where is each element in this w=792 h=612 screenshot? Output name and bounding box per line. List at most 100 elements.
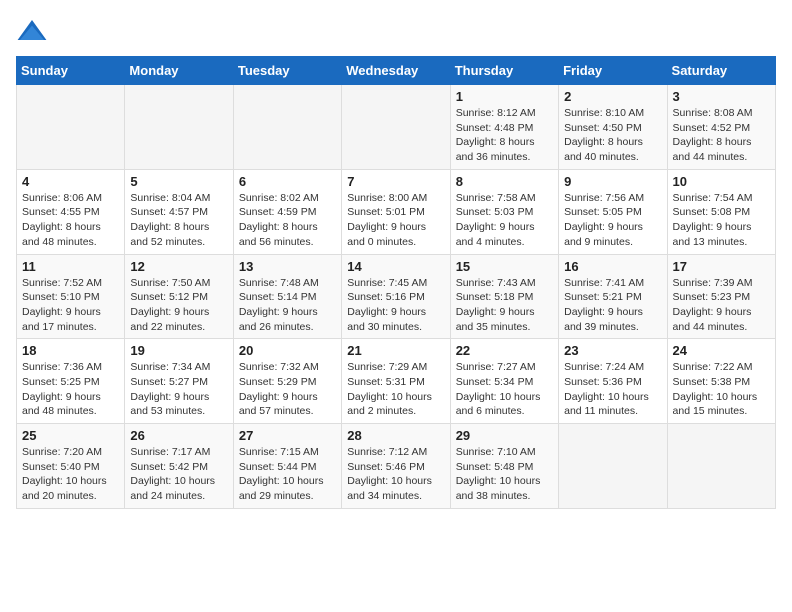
calendar-cell: 29 Sunrise: 7:10 AMSunset: 5:48 PMDayligh… <box>450 424 558 509</box>
calendar-cell: 25 Sunrise: 7:20 AMSunset: 5:40 PMDayligh… <box>17 424 125 509</box>
calendar-cell <box>125 85 233 170</box>
calendar-body: 1Sunrise: 8:12 AMSunset: 4:48 PMDaylight… <box>17 85 776 509</box>
week-row: 25 Sunrise: 7:20 AMSunset: 5:40 PMDayligh… <box>17 424 776 509</box>
day-info: Sunrise: 7:43 AMSunset: 5:18 PMDaylight:… <box>456 276 553 335</box>
calendar-cell: 24 Sunrise: 7:22 AMSunset: 5:38 PMDayligh… <box>667 339 775 424</box>
day-number: 8 <box>456 174 553 189</box>
calendar-cell: 23 Sunrise: 7:24 AMSunset: 5:36 PMDayligh… <box>559 339 667 424</box>
day-number: 16 <box>564 259 661 274</box>
day-number: 27 <box>239 428 336 443</box>
day-number: 12 <box>130 259 227 274</box>
day-info: Sunrise: 7:20 AMSunset: 5:40 PMDaylight:… <box>22 445 119 504</box>
calendar-cell: 22 Sunrise: 7:27 AMSunset: 5:34 PMDayligh… <box>450 339 558 424</box>
day-info: Sunrise: 7:34 AMSunset: 5:27 PMDaylight:… <box>130 360 227 419</box>
day-number: 24 <box>673 343 770 358</box>
day-info: Sunrise: 7:10 AMSunset: 5:48 PMDaylight:… <box>456 445 553 504</box>
calendar-cell <box>17 85 125 170</box>
calendar-cell: 19 Sunrise: 7:34 AMSunset: 5:27 PMDayligh… <box>125 339 233 424</box>
calendar-cell: 10 Sunrise: 7:54 AMSunset: 5:08 PMDayligh… <box>667 169 775 254</box>
day-number: 6 <box>239 174 336 189</box>
week-row: 18 Sunrise: 7:36 AMSunset: 5:25 PMDayligh… <box>17 339 776 424</box>
calendar-cell: 1Sunrise: 8:12 AMSunset: 4:48 PMDaylight… <box>450 85 558 170</box>
calendar-cell: 13Sunrise: 7:48 AMSunset: 5:14 PMDayligh… <box>233 254 341 339</box>
weekday-header-saturday: Saturday <box>667 57 775 85</box>
calendar-cell: 4Sunrise: 8:06 AMSunset: 4:55 PMDaylight… <box>17 169 125 254</box>
logo <box>16 16 52 48</box>
day-info: Sunrise: 8:04 AMSunset: 4:57 PMDaylight:… <box>130 191 227 250</box>
day-number: 21 <box>347 343 444 358</box>
day-info: Sunrise: 8:02 AMSunset: 4:59 PMDaylight:… <box>239 191 336 250</box>
day-info: Sunrise: 8:10 AMSunset: 4:50 PMDaylight:… <box>564 106 661 165</box>
day-number: 22 <box>456 343 553 358</box>
logo-icon <box>16 16 48 48</box>
calendar-cell: 21 Sunrise: 7:29 AMSunset: 5:31 PMDayligh… <box>342 339 450 424</box>
day-info: Sunrise: 7:41 AMSunset: 5:21 PMDaylight:… <box>564 276 661 335</box>
day-info: Sunrise: 7:24 AMSunset: 5:36 PMDaylight:… <box>564 360 661 419</box>
calendar-cell: 16 Sunrise: 7:41 AMSunset: 5:21 PMDayligh… <box>559 254 667 339</box>
calendar-cell: 28 Sunrise: 7:12 AMSunset: 5:46 PMDayligh… <box>342 424 450 509</box>
day-number: 14 <box>347 259 444 274</box>
calendar-cell: 2 Sunrise: 8:10 AMSunset: 4:50 PMDaylight… <box>559 85 667 170</box>
day-number: 3 <box>673 89 770 104</box>
day-info: Sunrise: 7:15 AMSunset: 5:44 PMDaylight:… <box>239 445 336 504</box>
calendar-cell: 6 Sunrise: 8:02 AMSunset: 4:59 PMDaylight… <box>233 169 341 254</box>
calendar-cell: 11 Sunrise: 7:52 AMSunset: 5:10 PMDayligh… <box>17 254 125 339</box>
day-number: 15 <box>456 259 553 274</box>
day-number: 28 <box>347 428 444 443</box>
day-info: Sunrise: 7:48 AMSunset: 5:14 PMDaylight:… <box>239 276 336 335</box>
calendar-cell: 17Sunrise: 7:39 AMSunset: 5:23 PMDayligh… <box>667 254 775 339</box>
day-info: Sunrise: 7:45 AMSunset: 5:16 PMDaylight:… <box>347 276 444 335</box>
calendar-table: SundayMondayTuesdayWednesdayThursdayFrid… <box>16 56 776 509</box>
calendar-cell <box>559 424 667 509</box>
weekday-header-sunday: Sunday <box>17 57 125 85</box>
day-info: Sunrise: 8:00 AMSunset: 5:01 PMDaylight:… <box>347 191 444 250</box>
day-info: Sunrise: 8:08 AMSunset: 4:52 PMDaylight:… <box>673 106 770 165</box>
calendar-cell: 18 Sunrise: 7:36 AMSunset: 5:25 PMDayligh… <box>17 339 125 424</box>
day-number: 18 <box>22 343 119 358</box>
day-info: Sunrise: 7:36 AMSunset: 5:25 PMDaylight:… <box>22 360 119 419</box>
day-number: 2 <box>564 89 661 104</box>
weekday-header-thursday: Thursday <box>450 57 558 85</box>
week-row: 11 Sunrise: 7:52 AMSunset: 5:10 PMDayligh… <box>17 254 776 339</box>
day-info: Sunrise: 8:06 AMSunset: 4:55 PMDaylight:… <box>22 191 119 250</box>
day-number: 20 <box>239 343 336 358</box>
day-number: 5 <box>130 174 227 189</box>
day-info: Sunrise: 7:32 AMSunset: 5:29 PMDaylight:… <box>239 360 336 419</box>
calendar-cell: 26 Sunrise: 7:17 AMSunset: 5:42 PMDayligh… <box>125 424 233 509</box>
week-row: 1Sunrise: 8:12 AMSunset: 4:48 PMDaylight… <box>17 85 776 170</box>
day-info: Sunrise: 7:22 AMSunset: 5:38 PMDaylight:… <box>673 360 770 419</box>
day-number: 23 <box>564 343 661 358</box>
day-info: Sunrise: 7:27 AMSunset: 5:34 PMDaylight:… <box>456 360 553 419</box>
calendar-cell <box>233 85 341 170</box>
calendar-cell: 7 Sunrise: 8:00 AMSunset: 5:01 PMDaylight… <box>342 169 450 254</box>
calendar-cell: 14 Sunrise: 7:45 AMSunset: 5:16 PMDayligh… <box>342 254 450 339</box>
calendar-cell: 20 Sunrise: 7:32 AMSunset: 5:29 PMDayligh… <box>233 339 341 424</box>
day-number: 25 <box>22 428 119 443</box>
day-info: Sunrise: 7:29 AMSunset: 5:31 PMDaylight:… <box>347 360 444 419</box>
day-info: Sunrise: 7:52 AMSunset: 5:10 PMDaylight:… <box>22 276 119 335</box>
day-info: Sunrise: 7:56 AMSunset: 5:05 PMDaylight:… <box>564 191 661 250</box>
day-number: 19 <box>130 343 227 358</box>
calendar-cell: 3 Sunrise: 8:08 AMSunset: 4:52 PMDaylight… <box>667 85 775 170</box>
week-row: 4Sunrise: 8:06 AMSunset: 4:55 PMDaylight… <box>17 169 776 254</box>
weekday-header-monday: Monday <box>125 57 233 85</box>
calendar-cell: 15 Sunrise: 7:43 AMSunset: 5:18 PMDayligh… <box>450 254 558 339</box>
day-number: 29 <box>456 428 553 443</box>
day-number: 10 <box>673 174 770 189</box>
day-info: Sunrise: 7:54 AMSunset: 5:08 PMDaylight:… <box>673 191 770 250</box>
calendar-cell: 27 Sunrise: 7:15 AMSunset: 5:44 PMDayligh… <box>233 424 341 509</box>
calendar-cell: 9 Sunrise: 7:56 AMSunset: 5:05 PMDaylight… <box>559 169 667 254</box>
day-info: Sunrise: 8:12 AMSunset: 4:48 PMDaylight:… <box>456 106 553 165</box>
day-info: Sunrise: 7:39 AMSunset: 5:23 PMDaylight:… <box>673 276 770 335</box>
day-info: Sunrise: 7:50 AMSunset: 5:12 PMDaylight:… <box>130 276 227 335</box>
weekday-row: SundayMondayTuesdayWednesdayThursdayFrid… <box>17 57 776 85</box>
day-info: Sunrise: 7:12 AMSunset: 5:46 PMDaylight:… <box>347 445 444 504</box>
weekday-header-tuesday: Tuesday <box>233 57 341 85</box>
calendar-cell: 5 Sunrise: 8:04 AMSunset: 4:57 PMDaylight… <box>125 169 233 254</box>
day-number: 9 <box>564 174 661 189</box>
day-number: 26 <box>130 428 227 443</box>
day-info: Sunrise: 7:17 AMSunset: 5:42 PMDaylight:… <box>130 445 227 504</box>
day-number: 11 <box>22 259 119 274</box>
day-number: 7 <box>347 174 444 189</box>
day-info: Sunrise: 7:58 AMSunset: 5:03 PMDaylight:… <box>456 191 553 250</box>
